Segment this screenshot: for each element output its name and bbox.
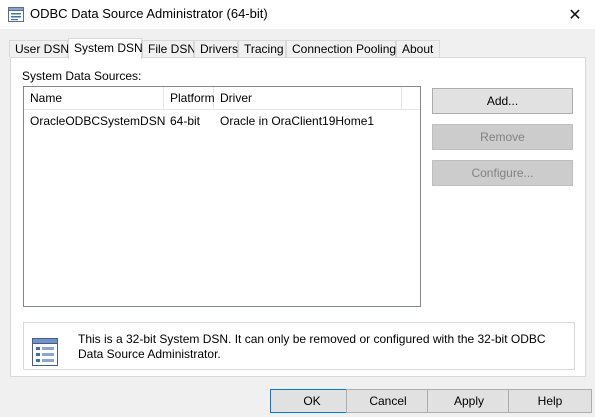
column-header-driver[interactable]: Driver bbox=[214, 87, 402, 109]
remove-button[interactable]: Remove bbox=[432, 124, 573, 150]
datasource-list-icon bbox=[32, 338, 58, 366]
apply-button[interactable]: Apply bbox=[427, 389, 511, 413]
system-data-sources-label: System Data Sources: bbox=[22, 69, 142, 83]
data-sources-list[interactable]: Name Platform Driver OracleODBCSystemDSN… bbox=[23, 86, 421, 307]
odbc-datasource-icon bbox=[8, 7, 24, 22]
dsn-name: OracleODBCSystemDSN bbox=[30, 114, 166, 128]
info-box: This is a 32-bit System DSN. It can only… bbox=[23, 322, 575, 370]
ok-button[interactable]: OK bbox=[270, 389, 354, 413]
tab-about[interactable]: About bbox=[396, 40, 440, 57]
add-button[interactable]: Add... bbox=[432, 88, 573, 114]
configure-button[interactable]: Configure... bbox=[432, 160, 573, 186]
list-header: Name Platform Driver bbox=[24, 87, 420, 110]
tab-user-dsn[interactable]: User DSN bbox=[9, 40, 69, 57]
list-item[interactable]: OracleODBCSystemDSN 64-bit Oracle in Ora… bbox=[24, 112, 420, 130]
close-icon: ✕ bbox=[568, 6, 582, 24]
title-bar: ODBC Data Source Administrator (64-bit) … bbox=[0, 0, 595, 29]
tab-drivers[interactable]: Drivers bbox=[194, 40, 238, 57]
tab-tracing[interactable]: Tracing bbox=[238, 40, 286, 57]
system-dsn-panel: System Data Sources: Name Platform Drive… bbox=[10, 57, 586, 377]
tab-system-dsn[interactable]: System DSN bbox=[68, 38, 143, 59]
info-message: This is a 32-bit System DSN. It can only… bbox=[78, 332, 546, 361]
window-title: ODBC Data Source Administrator (64-bit) bbox=[30, 6, 268, 21]
cancel-button[interactable]: Cancel bbox=[346, 389, 430, 413]
column-header-platform[interactable]: Platform bbox=[164, 87, 215, 109]
tab-connection-pooling[interactable]: Connection Pooling bbox=[286, 40, 396, 57]
help-button[interactable]: Help bbox=[508, 389, 592, 413]
close-button[interactable]: ✕ bbox=[555, 0, 595, 29]
dsn-platform: 64-bit bbox=[170, 114, 201, 128]
dialog-body: User DSN System DSN File DSN Drivers Tra… bbox=[0, 29, 595, 417]
dsn-driver: Oracle in OraClient19Home1 bbox=[220, 114, 375, 128]
tab-file-dsn[interactable]: File DSN bbox=[142, 40, 196, 57]
column-header-name[interactable]: Name bbox=[24, 87, 164, 109]
